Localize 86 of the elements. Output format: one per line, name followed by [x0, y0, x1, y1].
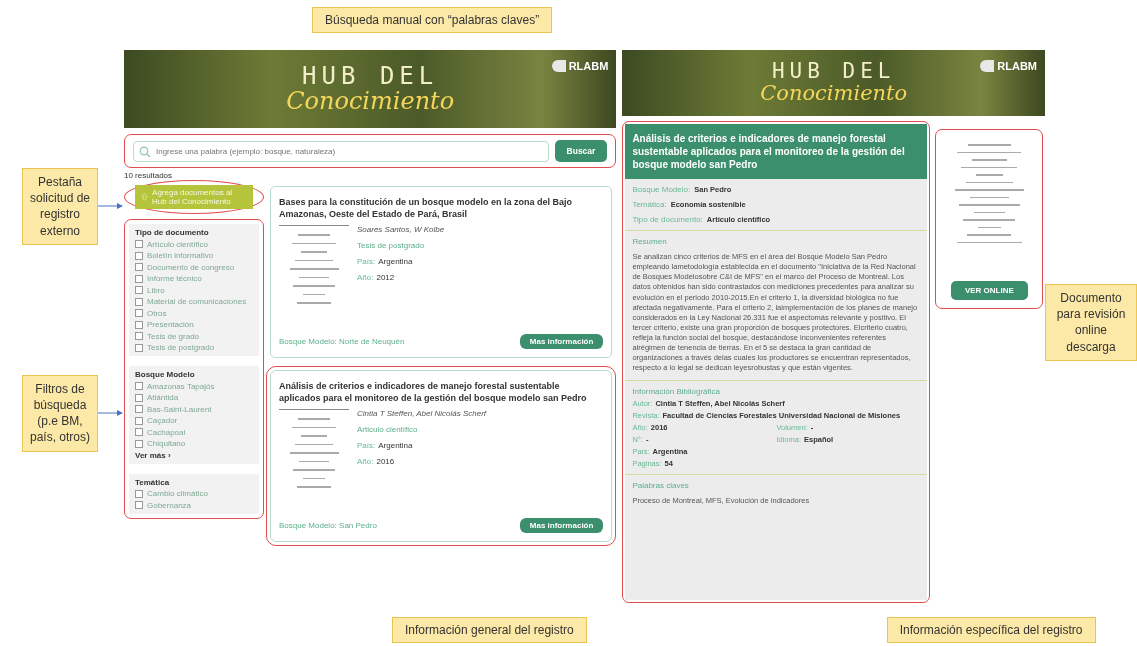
- annotation-callout: Documento para revisión online descarga: [1045, 284, 1137, 361]
- filter-option[interactable]: Documento de congreso: [135, 262, 253, 272]
- annotation-callout: Información específica del registro: [886, 617, 1096, 643]
- result-authors: Cintia T Steffen, Abel Nicolás Scherf: [357, 409, 487, 419]
- annotation-callout: Filtros de búsqueda (p.e BM, país, otros): [22, 374, 98, 452]
- checkbox[interactable]: [135, 297, 143, 306]
- filter-option[interactable]: Informe técnico: [135, 274, 253, 283]
- filter-option[interactable]: Bas-Saint-Laurent: [135, 404, 253, 414]
- filter-option[interactable]: Presentación: [135, 320, 253, 329]
- filter-option[interactable]: Amazonas Tapajós: [135, 381, 253, 391]
- add-documents-button[interactable]: Agrega documentos al Hub del Conocimiento: [135, 185, 253, 209]
- checkbox[interactable]: [135, 320, 143, 329]
- filter-option[interactable]: Libro: [135, 285, 253, 295]
- filter-option[interactable]: Artículo científico: [135, 239, 253, 249]
- checkbox[interactable]: [135, 240, 143, 248]
- section-title: Información Bibliográfica: [632, 386, 721, 396]
- field-value: Argentina: [378, 257, 413, 267]
- checkbox[interactable]: [135, 263, 143, 271]
- checkbox[interactable]: [135, 416, 143, 425]
- search-icon: [139, 145, 151, 158]
- more-info-button[interactable]: Mas información: [519, 334, 604, 349]
- filter-title: Temática: [135, 477, 171, 487]
- banner-subtitle: Conocimiento: [760, 81, 908, 106]
- annotation-callout: Pestaña solicitud de registro externo: [22, 168, 98, 245]
- checkbox[interactable]: [135, 251, 143, 260]
- banner-title: HUB DEL: [770, 60, 897, 82]
- more-info-button[interactable]: Mas información: [519, 518, 604, 533]
- upload-icon: [141, 190, 149, 204]
- filter-option[interactable]: Caçador: [135, 416, 253, 425]
- checkbox[interactable]: [135, 489, 143, 498]
- filter-option[interactable]: Gobernanza: [135, 500, 253, 510]
- filter-option[interactable]: Otros: [135, 308, 253, 318]
- checkbox[interactable]: [135, 274, 143, 283]
- checkbox[interactable]: [135, 405, 143, 413]
- field-label: Año:: [357, 457, 374, 467]
- model-forest-label: Bosque Modelo: San Pedro: [279, 521, 377, 530]
- checkbox[interactable]: [135, 439, 143, 448]
- section-title: Resumen: [632, 237, 668, 246]
- detail-header: Análisis de criterios e indicadores de manejo forestal sustentable aplicados para el monitoreo de la gestión del bosque modelo san Pedro: [625, 124, 928, 179]
- field-value: 2016: [376, 457, 395, 467]
- field-value: 2012: [376, 273, 395, 283]
- result-title: Análisis de criterios e indicadores de manejo forestal sustentable aplicados para el monitoreo de la gestión del bosque modelo san Pedro: [279, 380, 588, 405]
- banner-title: HUB DEL: [301, 63, 440, 88]
- checkbox[interactable]: [135, 286, 143, 294]
- view-online-button[interactable]: VER ONLINE: [950, 281, 1028, 300]
- checkbox[interactable]: [135, 343, 143, 352]
- arrow-icon: [98, 409, 124, 418]
- search-button[interactable]: Buscar: [554, 140, 608, 162]
- filter-option[interactable]: Boletín informativo: [135, 251, 253, 260]
- checkbox[interactable]: [135, 501, 143, 509]
- globe-logo: RLABM: [980, 60, 1037, 72]
- field-label: Tipo de documento:: [632, 215, 703, 224]
- see-more-link[interactable]: Ver más ›: [135, 450, 253, 460]
- search-field[interactable]: Ingrese una palabra (ejemplo: bosque, naturaleza): [133, 140, 549, 162]
- filter-option[interactable]: Tesis de postgrado: [135, 343, 253, 352]
- filter-option[interactable]: Chiquitano: [135, 439, 253, 448]
- field-value: Argentina: [378, 441, 413, 451]
- field-label: Temática:: [632, 200, 667, 209]
- results-count: 10 resultados: [124, 171, 174, 180]
- document-type: Tesis de postgrado: [357, 241, 426, 251]
- result-authors: Soares Santos, W Kolbe: [357, 225, 445, 235]
- annotation-callout: Búsqueda manual con “palabras claves”: [312, 7, 553, 33]
- result-title: Bases para la constitución de un bosque modelo en la zona del Bajo Amazonas, Oeste del Estado de Pará, Brasil: [279, 196, 574, 221]
- checkbox[interactable]: [135, 382, 143, 390]
- arrow-icon: [98, 202, 124, 211]
- field-label: Bosque Modelo:: [632, 185, 691, 194]
- field-label: País:: [357, 257, 376, 267]
- checkbox[interactable]: [135, 393, 143, 402]
- filter-title: Tipo de documento: [135, 228, 210, 237]
- banner-subtitle: Conocimiento: [286, 87, 455, 115]
- checkbox[interactable]: [135, 332, 143, 340]
- checkbox[interactable]: [135, 309, 143, 317]
- checkbox[interactable]: [135, 428, 143, 436]
- filter-title: Bosque Modelo: [135, 370, 196, 379]
- model-forest-label: Bosque Modelo: Norte de Neuquén: [279, 337, 405, 346]
- section-title: Palabras claves: [632, 480, 690, 490]
- filter-option[interactable]: Atlántida: [135, 393, 253, 402]
- document-type: Articulo científico: [357, 425, 419, 435]
- globe-logo: RLABM: [551, 60, 609, 72]
- filter-option[interactable]: Material de comunicaciones: [135, 297, 253, 306]
- filter-option[interactable]: Tesis de grado: [135, 331, 253, 341]
- filter-option[interactable]: Cachapoal: [135, 427, 253, 437]
- filter-option[interactable]: Cambio climático: [135, 489, 253, 498]
- annotation-callout: Información general del registro: [392, 617, 587, 643]
- field-label: País:: [357, 441, 376, 451]
- field-label: Año:: [357, 273, 374, 283]
